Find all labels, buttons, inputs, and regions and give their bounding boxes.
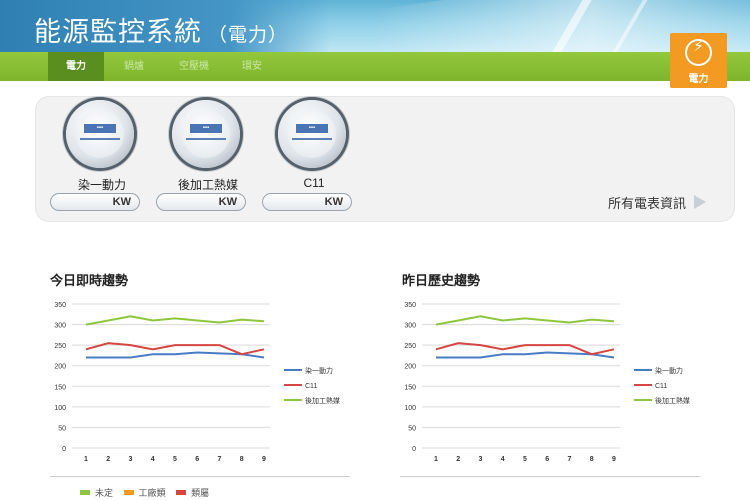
y-tick-label: 200 <box>404 364 416 371</box>
electric-meter-icon: ▪▪▪ <box>278 100 346 168</box>
y-tick-label: 150 <box>404 384 416 391</box>
meter-name: C11 <box>303 176 325 190</box>
y-tick-label: 50 <box>408 425 416 432</box>
y-tick-label: 150 <box>54 384 66 391</box>
x-tick-label: 8 <box>240 456 244 463</box>
x-tick-label: 9 <box>262 456 266 463</box>
x-tick-label: 5 <box>173 456 177 463</box>
app-title: 能源監控系統 （電力） <box>34 10 288 49</box>
y-tick-label: 0 <box>412 446 416 453</box>
y-tick-label: 250 <box>54 343 66 350</box>
legend-swatch <box>123 490 134 495</box>
x-tick-label: 2 <box>456 456 460 463</box>
legend-label: 後加工熱媒 <box>305 396 340 405</box>
bottom-legend-label: 類屬 <box>191 488 210 498</box>
bottom-legend-label: 工廠類 <box>138 488 166 498</box>
bottom-legend: 未定 工廠類 類屬 <box>80 486 217 500</box>
x-tick-label: 8 <box>590 456 594 463</box>
y-tick-label: 250 <box>404 343 416 350</box>
meter-reading-field: KW <box>156 193 246 211</box>
meter-panel: ▪▪▪ 染一動力 KW ▪▪▪ 後加工熱媒 KW ▪▪▪ C11 KW 所有電表… <box>35 96 735 222</box>
header-banner: 能源監控系統 （電力） <box>0 0 750 52</box>
meter-reading-field: KW <box>262 193 352 211</box>
today-trend-title: 今日即時趨勢 <box>50 273 129 288</box>
legend-swatch <box>80 490 90 495</box>
x-tick-label: 7 <box>568 456 572 463</box>
meter-unit: KW <box>324 196 343 208</box>
legend-label: 染一動力 <box>655 366 683 375</box>
meter-reading-field: KW <box>50 193 140 211</box>
legend-label: C11 <box>655 383 667 390</box>
tab-electricity[interactable]: 電力 <box>48 52 104 81</box>
electric-meter-icon: ▪▪▪ <box>172 100 240 168</box>
x-tick-label: 5 <box>523 456 527 463</box>
y-tick-label: 350 <box>54 302 66 309</box>
series-line <box>435 315 615 326</box>
y-tick-label: 300 <box>404 323 416 330</box>
divider <box>400 476 700 477</box>
legend-label: 染一動力 <box>305 366 333 375</box>
all-meters-label: 所有電表資訊 <box>608 196 687 211</box>
yesterday-trend-chart: 0 50 100 150 200 250 300 350 1 2 3 4 5 6 7 8 9 染一動力 C11 後加工… <box>390 296 730 466</box>
app-subtitle: （電力） <box>208 25 289 46</box>
y-tick-label: 100 <box>54 405 66 412</box>
bottom-legend-item: 未定 <box>80 486 113 499</box>
meter-name: 後加工熱媒 <box>177 178 238 192</box>
meter-unit: KW <box>218 196 237 208</box>
x-tick-label: 4 <box>151 456 155 463</box>
nav-bar: 電力 鍋爐 空壓機 環安 <box>0 52 750 81</box>
y-tick-label: 200 <box>54 364 66 371</box>
y-tick-label: 100 <box>404 405 416 412</box>
bottom-legend-label: 未定 <box>95 488 114 498</box>
electric-meter-icon: ▪▪▪ <box>66 100 134 168</box>
y-tick-label: 50 <box>58 425 66 432</box>
tab-boiler[interactable]: 鍋爐 <box>112 52 156 81</box>
chart-svg: 0 50 100 150 200 250 300 350 1 2 3 4 5 6 7 8 9 染一動力 C11 後加工… <box>404 302 690 463</box>
arrow-right-icon <box>694 195 707 209</box>
today-trend-chart: 0 50 100 150 200 250 300 350 1 2 3 4 5 6 7 8 9 染一動力 C11 後加工… <box>40 296 380 466</box>
x-tick-label: 6 <box>195 456 199 463</box>
x-tick-label: 1 <box>434 456 438 463</box>
legend-swatch <box>176 490 187 495</box>
y-tick-label: 350 <box>404 302 416 309</box>
divider <box>50 476 350 477</box>
x-tick-label: 1 <box>84 456 88 463</box>
x-tick-label: 9 <box>612 456 616 463</box>
bottom-legend-item: 類屬 <box>176 486 209 499</box>
x-tick-label: 2 <box>106 456 110 463</box>
x-tick-label: 7 <box>218 456 222 463</box>
tab-air-compressor[interactable]: 空壓機 <box>166 52 222 81</box>
chart-svg: 0 50 100 150 200 250 300 350 1 2 3 4 5 6 7 8 9 染一動力 C11 後加工… <box>54 302 340 463</box>
bottom-legend-item: 工廠類 <box>123 486 166 499</box>
x-tick-label: 3 <box>479 456 483 463</box>
y-tick-label: 0 <box>62 446 66 453</box>
legend-label: 後加工熱媒 <box>655 396 690 405</box>
power-category-badge[interactable]: ⚡︎ 電力 <box>670 33 727 88</box>
series-line <box>85 315 265 326</box>
x-tick-label: 6 <box>545 456 549 463</box>
meter-unit: KW <box>112 196 131 208</box>
x-tick-label: 4 <box>501 456 505 463</box>
x-tick-label: 3 <box>129 456 133 463</box>
tab-environment-safety[interactable]: 環安 <box>230 52 274 81</box>
app-title-text: 能源監控系統 <box>34 17 202 47</box>
legend-label: C11 <box>305 383 317 390</box>
y-tick-label: 300 <box>54 323 66 330</box>
lightning-icon: ⚡︎ <box>693 38 704 55</box>
all-meters-link[interactable]: 所有電表資訊 <box>608 193 707 212</box>
yesterday-trend-title: 昨日歷史趨勢 <box>402 273 481 288</box>
badge-label: 電力 <box>688 74 709 85</box>
meter-name: 染一動力 <box>77 178 126 192</box>
